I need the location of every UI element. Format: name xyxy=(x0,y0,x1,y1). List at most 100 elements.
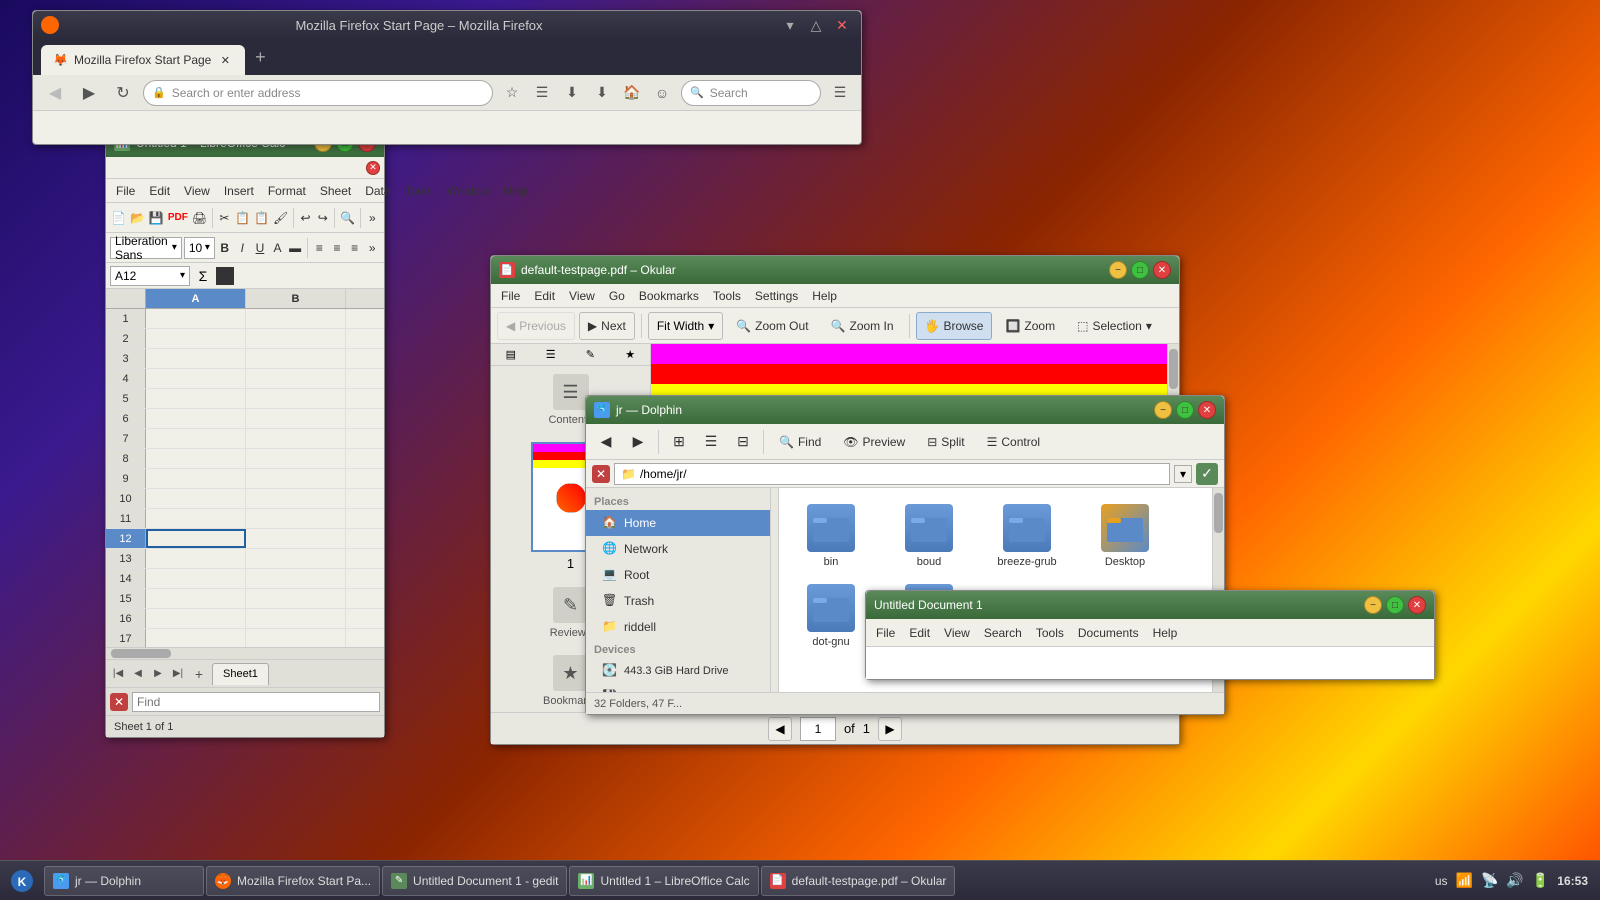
firefox-tab-close-btn[interactable]: ✕ xyxy=(217,52,233,68)
tb-align-left-btn[interactable]: ≡ xyxy=(312,236,328,260)
okular-menu-view[interactable]: View xyxy=(563,287,601,305)
dolphin-places-trash[interactable]: 🗑 Trash xyxy=(586,588,770,614)
dolphin-details-view-btn[interactable]: ⊟ xyxy=(729,428,757,456)
cell-a5[interactable] xyxy=(146,389,246,408)
taskbar-start-button[interactable]: K xyxy=(4,865,40,897)
tb-underline-btn[interactable]: U xyxy=(252,236,268,260)
firefox-new-tab-btn[interactable]: + xyxy=(247,44,273,70)
sheet-nav-next-btn[interactable]: ▶ xyxy=(150,666,166,682)
tb-undo-btn[interactable]: ↩ xyxy=(298,206,313,230)
calc-sum-btn[interactable]: Σ xyxy=(194,267,212,285)
cell-a15[interactable] xyxy=(146,589,246,608)
dolphin-path-confirm-btn[interactable]: ✓ xyxy=(1196,463,1218,485)
cell-a6[interactable] xyxy=(146,409,246,428)
calc-menu-data[interactable]: Data xyxy=(359,182,396,200)
okular-page-prev-btn[interactable]: ◀ xyxy=(768,717,792,741)
tb-more2-btn[interactable]: » xyxy=(364,236,380,260)
taskbar-app-okular[interactable]: 📄 default-testpage.pdf – Okular xyxy=(761,866,956,896)
dolphin-places-root[interactable]: 💻 Root xyxy=(586,562,770,588)
sheet-nav-first-btn[interactable]: |◀ xyxy=(110,666,126,682)
calc-extra-close-btn[interactable]: ✕ xyxy=(366,161,380,175)
cell-a4[interactable] xyxy=(146,369,246,388)
calc-menu-edit[interactable]: Edit xyxy=(143,182,176,200)
dolphin-maximize-btn[interactable]: □ xyxy=(1176,401,1194,419)
calc-menu-view[interactable]: View xyxy=(178,182,216,200)
calc-col-b-header[interactable]: B xyxy=(246,289,346,308)
cell-a1[interactable] xyxy=(146,309,246,328)
okular-menu-help[interactable]: Help xyxy=(806,287,843,305)
gedit-menu-edit[interactable]: Edit xyxy=(903,624,936,642)
firefox-reader-btn[interactable]: ☰ xyxy=(529,80,555,106)
tb-font-color-btn[interactable]: A xyxy=(270,236,286,260)
tb-bold-btn[interactable]: B xyxy=(217,236,233,260)
tb-new-btn[interactable]: 📄 xyxy=(110,206,127,230)
tb-bg-color-btn[interactable]: ▬ xyxy=(287,236,303,260)
dolphin-places-riddell[interactable]: 📁 riddell xyxy=(586,614,770,640)
calc-formula-icon[interactable] xyxy=(216,267,234,285)
firefox-sync-btn[interactable]: ☺ xyxy=(649,80,675,106)
calc-formula-input[interactable] xyxy=(238,266,380,286)
cell-b10[interactable] xyxy=(246,489,346,508)
gedit-menu-tools[interactable]: Tools xyxy=(1030,624,1070,642)
dolphin-control-btn[interactable]: ☰ Control xyxy=(978,428,1049,456)
cell-a9[interactable] xyxy=(146,469,246,488)
cell-a16[interactable] xyxy=(146,609,246,628)
gedit-maximize-btn[interactable]: □ xyxy=(1386,596,1404,614)
okular-browse-btn[interactable]: 🖐 Browse xyxy=(916,312,993,340)
firefox-close-btn[interactable]: ✕ xyxy=(831,14,853,36)
firefox-forward-btn[interactable]: ▶ xyxy=(75,79,103,107)
okular-zoom-mode-btn[interactable]: 🔲 Zoom xyxy=(996,312,1064,340)
okular-zoom-out-btn[interactable]: 🔍 Zoom Out xyxy=(727,312,817,340)
okular-minimize-btn[interactable]: − xyxy=(1109,261,1127,279)
okular-next-btn[interactable]: ▶ Next xyxy=(579,312,635,340)
cell-b12[interactable] xyxy=(246,529,346,548)
calc-font-name[interactable]: Liberation Sans ▾ xyxy=(110,237,182,259)
calc-menu-file[interactable]: File xyxy=(110,182,141,200)
gedit-minimize-btn[interactable]: − xyxy=(1364,596,1382,614)
dolphin-places-scrollbar[interactable] xyxy=(771,488,779,692)
okular-zoom-select[interactable]: Fit Width ▾ xyxy=(648,312,723,340)
okular-sidebar-tab-contents[interactable]: ☰ xyxy=(531,344,571,365)
taskbar-app-firefox[interactable]: 🦊 Mozilla Firefox Start Pa... xyxy=(206,866,380,896)
calc-col-a-header[interactable]: A xyxy=(146,289,246,308)
cell-b16[interactable] xyxy=(246,609,346,628)
okular-close-btn[interactable]: ✕ xyxy=(1153,261,1171,279)
cell-a17[interactable] xyxy=(146,629,246,647)
firefox-menu-btn[interactable]: ☰ xyxy=(827,80,853,106)
tb-paste-btn[interactable]: 📋 xyxy=(253,206,270,230)
firefox-pocket-btn[interactable]: ⬇ xyxy=(559,80,585,106)
cell-a12[interactable] xyxy=(146,529,246,548)
gedit-menu-help[interactable]: Help xyxy=(1147,624,1184,642)
calc-menu-insert[interactable]: Insert xyxy=(218,182,260,200)
okular-maximize-btn[interactable]: □ xyxy=(1131,261,1149,279)
dolphin-close-btn[interactable]: ✕ xyxy=(1198,401,1216,419)
tb-more-btn[interactable]: » xyxy=(365,206,380,230)
okular-menu-go[interactable]: Go xyxy=(603,287,631,305)
gedit-menu-documents[interactable]: Documents xyxy=(1072,624,1145,642)
gedit-menu-file[interactable]: File xyxy=(870,624,901,642)
cell-a7[interactable] xyxy=(146,429,246,448)
tb-find-btn[interactable]: 🔍 xyxy=(339,206,356,230)
calc-menu-help[interactable]: Help xyxy=(497,182,534,200)
dolphin-places-hd1[interactable]: 💽 443.3 GiB Hard Drive xyxy=(586,658,770,684)
firefox-minimize-btn[interactable]: ▾ xyxy=(779,14,801,36)
cell-b1[interactable] xyxy=(246,309,346,328)
cell-b8[interactable] xyxy=(246,449,346,468)
tb-open-btn[interactable]: 📂 xyxy=(129,206,146,230)
dolphin-back-btn[interactable]: ◀ xyxy=(592,428,620,456)
calc-font-size[interactable]: 10 ▾ xyxy=(184,237,215,259)
taskbar-app-gedit[interactable]: ✎ Untitled Document 1 - gedit xyxy=(382,866,567,896)
tb-print-btn[interactable]: 🖨 xyxy=(191,206,208,230)
cell-b15[interactable] xyxy=(246,589,346,608)
calc-menu-format[interactable]: Format xyxy=(262,182,312,200)
list-item[interactable]: bin xyxy=(791,500,871,572)
list-item[interactable]: dot-gnu xyxy=(791,580,871,652)
firefox-tab-active[interactable]: 🦊 Mozilla Firefox Start Page ✕ xyxy=(41,45,245,75)
cell-a3[interactable] xyxy=(146,349,246,368)
okular-prev-btn[interactable]: ◀ Previous xyxy=(497,312,575,340)
calc-hscrollbar[interactable] xyxy=(106,647,384,659)
cell-b5[interactable] xyxy=(246,389,346,408)
firefox-back-btn[interactable]: ◀ xyxy=(41,79,69,107)
list-item[interactable]: Desktop xyxy=(1085,500,1165,572)
gedit-menu-search[interactable]: Search xyxy=(978,624,1028,642)
